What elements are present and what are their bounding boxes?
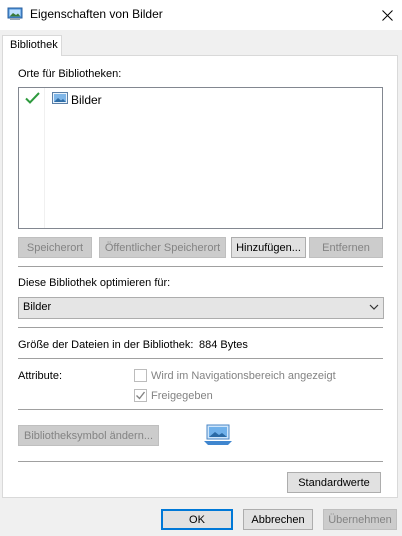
size-label: Größe der Dateien in der Bibliothek: bbox=[18, 339, 194, 351]
window-title: Eigenschaften von Bilder bbox=[30, 7, 163, 21]
divider bbox=[18, 461, 383, 462]
library-picture-icon bbox=[204, 424, 232, 445]
checkmark-icon bbox=[25, 92, 40, 104]
list-item-label: Bilder bbox=[71, 93, 102, 107]
save-location-button[interactable]: Speicherort bbox=[18, 237, 92, 258]
optimize-label: Diese Bibliothek optimieren für: bbox=[18, 277, 171, 289]
title-bar: Eigenschaften von Bilder bbox=[0, 0, 402, 30]
restore-defaults-button[interactable]: Standardwerte bbox=[287, 472, 381, 493]
shared-label: Freigegeben bbox=[151, 390, 213, 402]
tab-bibliothek[interactable]: Bibliothek bbox=[2, 35, 62, 56]
optimize-select-value: Bilder bbox=[23, 301, 52, 313]
add-button[interactable]: Hinzufügen... bbox=[231, 237, 306, 258]
optimize-select[interactable]: Bilder bbox=[18, 297, 384, 319]
close-icon bbox=[381, 9, 393, 21]
change-library-icon-button[interactable]: Bibliotheksymbol ändern... bbox=[18, 425, 159, 446]
attributes-label: Attribute: bbox=[18, 370, 63, 382]
picture-folder-icon bbox=[52, 92, 68, 104]
locations-label: Orte für Bibliotheken: bbox=[18, 68, 122, 80]
nav-shown-label: Wird im Navigationsbereich angezeigt bbox=[151, 370, 336, 382]
shared-checkbox[interactable] bbox=[134, 389, 147, 402]
chevron-down-icon bbox=[369, 304, 379, 310]
locations-list[interactable]: Bilder bbox=[18, 87, 383, 229]
ok-button[interactable]: OK bbox=[161, 509, 233, 530]
list-item[interactable]: Bilder bbox=[19, 90, 382, 108]
library-icon bbox=[7, 7, 23, 20]
size-value: 884 Bytes bbox=[199, 339, 248, 351]
nav-shown-checkbox[interactable] bbox=[134, 369, 147, 382]
divider bbox=[18, 266, 383, 267]
divider bbox=[18, 409, 383, 410]
divider bbox=[18, 358, 383, 359]
divider bbox=[18, 327, 383, 328]
checkmark-icon bbox=[136, 391, 146, 400]
remove-button[interactable]: Entfernen bbox=[309, 237, 383, 258]
public-save-location-button[interactable]: Öffentlicher Speicherort bbox=[99, 237, 226, 258]
close-button[interactable] bbox=[372, 0, 402, 30]
tab-panel: Orte für Bibliotheken: Bilder Speicheror… bbox=[2, 55, 398, 498]
list-column-divider bbox=[44, 88, 45, 228]
cancel-button[interactable]: Abbrechen bbox=[243, 509, 313, 530]
apply-button[interactable]: Übernehmen bbox=[323, 509, 397, 530]
